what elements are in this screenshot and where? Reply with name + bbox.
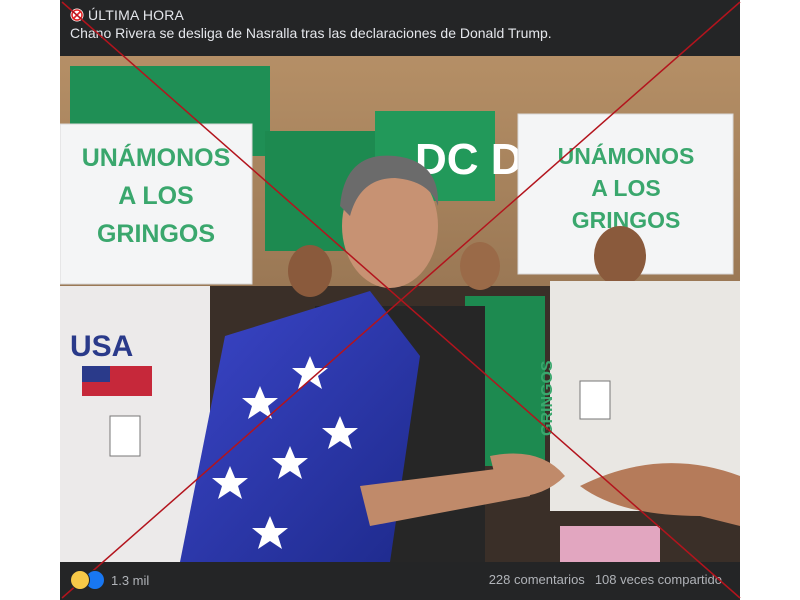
no-entry-icon bbox=[70, 8, 84, 22]
badge-label: ÚLTIMA HORA bbox=[88, 7, 185, 23]
svg-text:A LOS: A LOS bbox=[591, 175, 660, 201]
breaking-news-badge: ÚLTIMA HORA bbox=[70, 6, 184, 24]
post-stats: 228 comentarios 108 veces compartido bbox=[489, 572, 722, 587]
bystander-head bbox=[460, 242, 500, 290]
post-text: Chano Rivera se desliga de Nasralla tras… bbox=[70, 25, 552, 41]
shares-link[interactable]: 108 veces compartido bbox=[595, 572, 722, 587]
supporter-left: USA bbox=[60, 286, 210, 562]
comments-link[interactable]: 228 comentarios bbox=[489, 572, 585, 587]
reaction-count: 1.3 mil bbox=[111, 572, 150, 588]
haha-icon bbox=[70, 570, 90, 590]
pink-shirt bbox=[560, 526, 660, 562]
shirt-text: USA bbox=[70, 330, 133, 363]
post-footer: 1.3 mil 228 comentarios 108 veces compar… bbox=[60, 562, 740, 600]
post-header: ÚLTIMA HORA Chano Rivera se desliga de N… bbox=[60, 0, 740, 56]
facebook-post: ÚLTIMA HORA Chano Rivera se desliga de N… bbox=[60, 0, 740, 600]
bystander-head bbox=[288, 245, 332, 297]
protest-sign-left: UNÁMONOS A LOS GRINGOS bbox=[60, 123, 253, 285]
side-sign-text: GRINGOS bbox=[539, 360, 556, 436]
svg-text:A LOS: A LOS bbox=[118, 182, 193, 210]
reactions-summary[interactable]: 1.3 mil bbox=[70, 570, 149, 590]
svg-text:GRINGOS: GRINGOS bbox=[97, 220, 215, 248]
post-photo[interactable]: DC DC UNÁMONOS A LOS GRINGOS UNÁMONOS A … bbox=[60, 56, 740, 562]
svg-text:UNÁMONOS: UNÁMONOS bbox=[558, 142, 695, 169]
svg-text:UNÁMONOS: UNÁMONOS bbox=[82, 143, 231, 172]
